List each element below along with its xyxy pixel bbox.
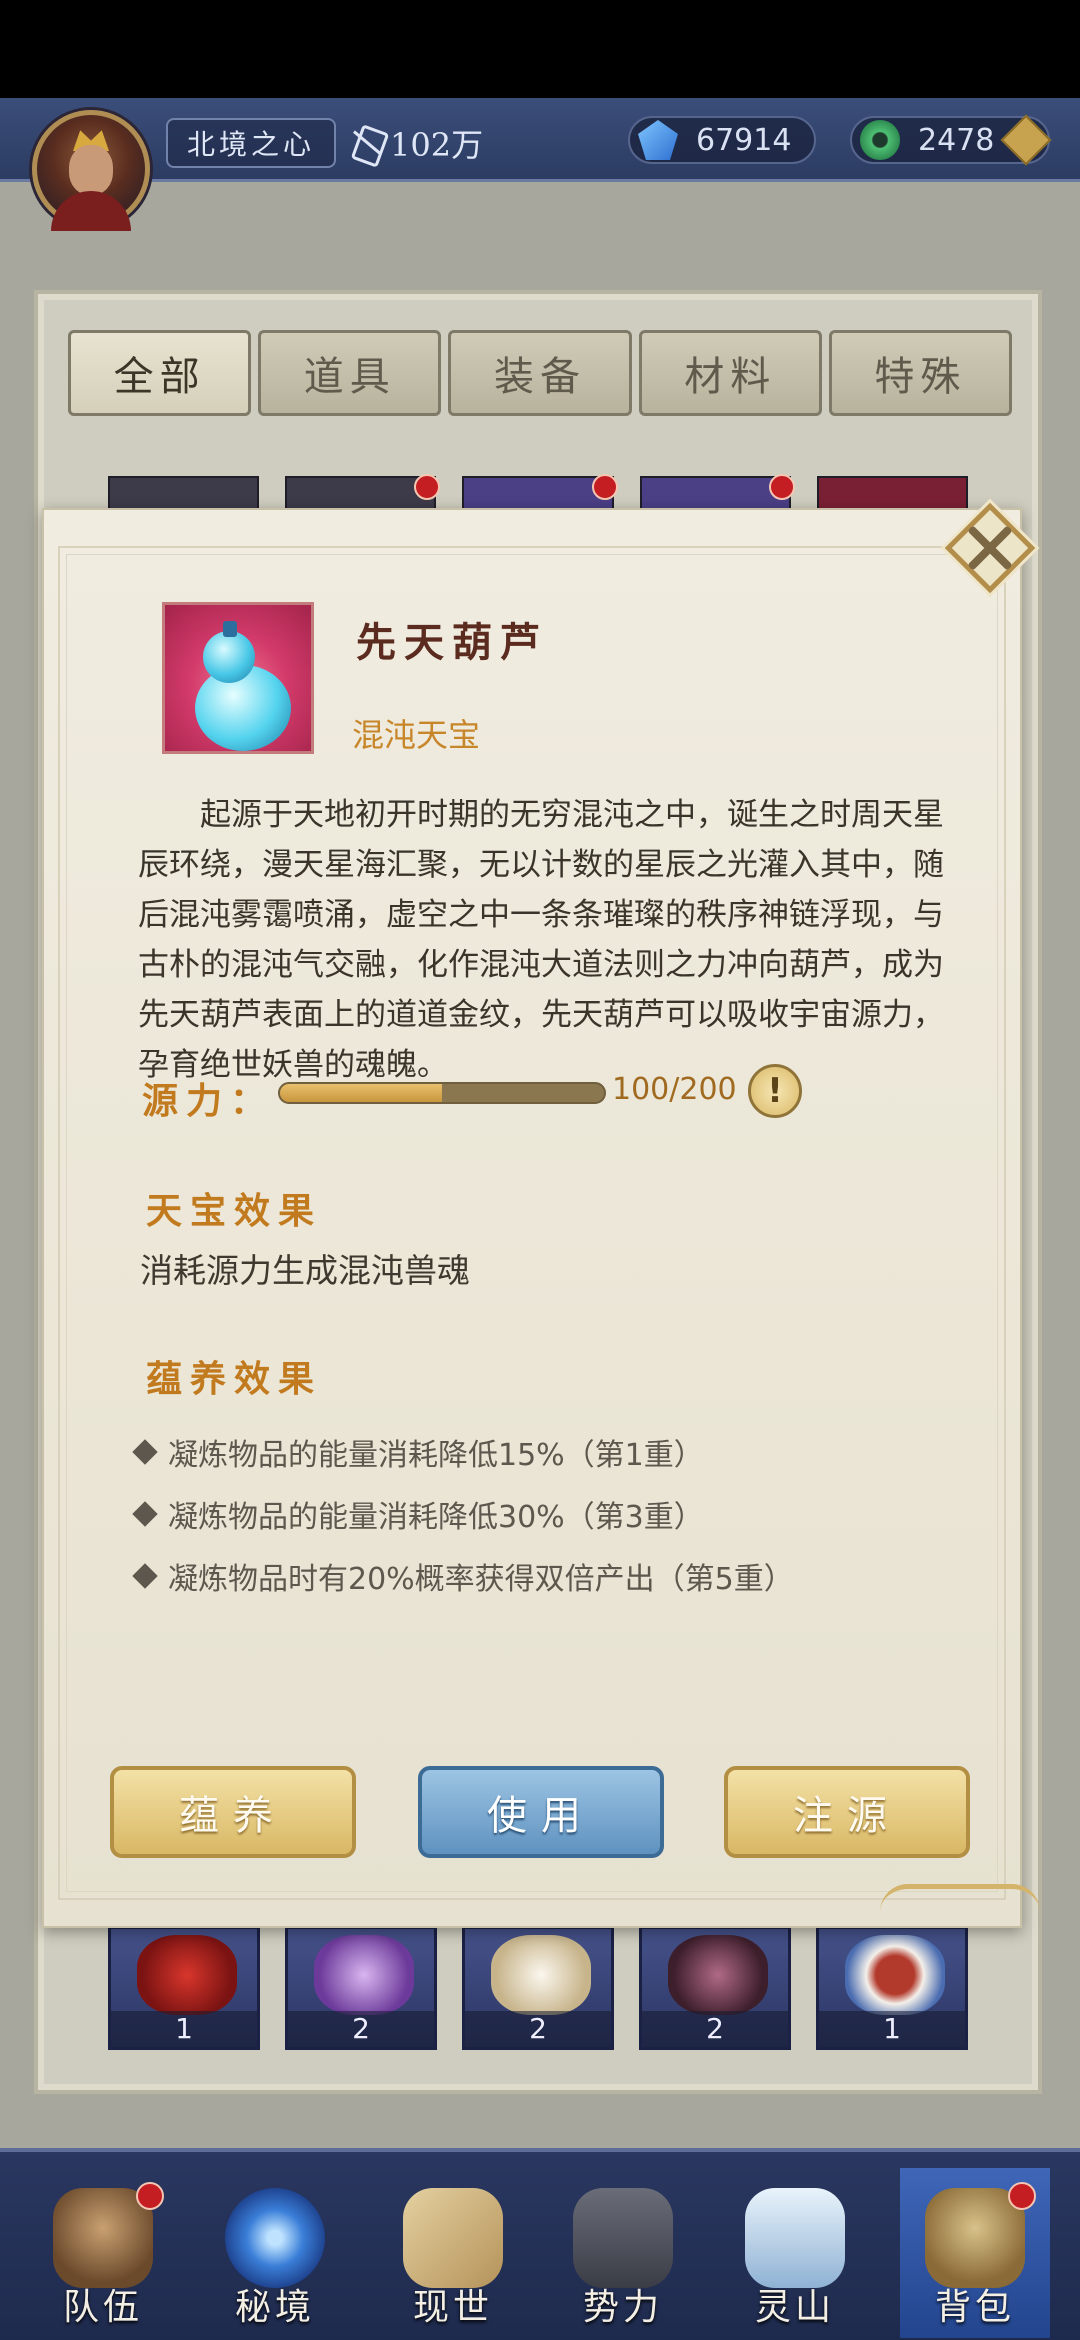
nav-secret-realm[interactable]: 秘境 <box>200 2168 350 2338</box>
item-count: 2 <box>642 2011 788 2047</box>
nav-label: 秘境 <box>234 2287 315 2328</box>
tab-items[interactable]: 道具 <box>258 330 442 416</box>
nav-spirit-mountain[interactable]: 灵山 <box>720 2168 870 2338</box>
inventory-row-bottom: 1 2 2 2 1 <box>108 1926 978 2050</box>
diamond-bullet-icon <box>132 1439 158 1465</box>
use-button[interactable]: 使用 <box>418 1766 664 1858</box>
item-count: 2 <box>465 2011 611 2047</box>
gourd-head <box>203 631 255 683</box>
combat-power: 102万 <box>348 118 483 168</box>
world-map-icon <box>403 2188 503 2288</box>
nav-faction[interactable]: 势力 <box>548 2168 698 2338</box>
nourish-effect-title: 蕴养效果 <box>146 1358 323 1400</box>
diamond-bullet-icon <box>132 1501 158 1527</box>
dark-helmet-icon <box>668 1935 768 2015</box>
secret-realm-icon <box>225 2188 325 2288</box>
inventory-slot[interactable]: 1 <box>108 1926 260 2050</box>
combat-power-value: 102万 <box>390 126 484 164</box>
nourish-effect-item: 凝炼物品的能量消耗降低15%（第1重） <box>132 1430 704 1474</box>
item-count: 1 <box>819 2011 965 2047</box>
region-name[interactable]: 北境之心 <box>166 118 336 168</box>
nourish-button[interactable]: 蕴养 <box>110 1766 356 1858</box>
item-count: 1 <box>111 2011 257 2047</box>
nav-label: 现世 <box>412 2287 493 2328</box>
source-force-fill <box>280 1084 442 1102</box>
nav-team[interactable]: 队伍 <box>28 2168 178 2338</box>
player-avatar[interactable] <box>32 110 150 231</box>
inventory-slot[interactable]: 1 <box>816 1926 968 2050</box>
gourd-icon <box>162 602 314 754</box>
item-type: 混沌天宝 <box>352 716 481 754</box>
nav-label: 灵山 <box>754 2287 835 2328</box>
scroll-ornament <box>880 1884 1040 1912</box>
source-force-label: 源力： <box>142 1080 275 1122</box>
notification-dot <box>1008 2182 1036 2210</box>
treasure-effect-text: 消耗源力生成混沌兽魂 <box>140 1251 470 1290</box>
red-staff-icon <box>137 1935 237 2015</box>
tab-special[interactable]: 特殊 <box>828 330 1013 416</box>
purple-armor-icon <box>314 1935 414 2015</box>
avatar-robe <box>51 191 131 231</box>
crystal-resource[interactable]: 67914 <box>628 116 816 164</box>
notification-dot <box>768 474 795 500</box>
nourish-effect-text: 凝炼物品的能量消耗降低15%（第1重） <box>168 1438 704 1473</box>
inventory-tabs: 全部 道具 装备 材料 特殊 <box>68 330 1013 416</box>
diamond-bullet-icon <box>132 1563 158 1589</box>
crystal-icon <box>638 120 678 160</box>
spirit-mountain-icon <box>745 2188 845 2288</box>
inventory-slot[interactable]: 2 <box>285 1926 437 2050</box>
source-force-value: 100/200 <box>612 1072 737 1107</box>
nav-backpack[interactable]: 背包 <box>900 2168 1050 2338</box>
gourd-cap <box>223 621 237 637</box>
inventory-slot[interactable]: 2 <box>639 1926 791 2050</box>
item-description: 起源于天地初开时期的无穷混沌之中，诞生之时周天星辰环绕，漫天星海汇聚，无以计数的… <box>138 797 944 1083</box>
tab-equipment[interactable]: 装备 <box>448 330 632 416</box>
item-name: 先天葫芦 <box>356 619 548 666</box>
tab-materials[interactable]: 材料 <box>638 330 822 416</box>
source-force-bar <box>278 1082 606 1104</box>
nourish-effect-text: 凝炼物品时有20%概率获得双倍产出（第5重） <box>168 1562 794 1597</box>
notification-dot <box>591 474 618 500</box>
nav-label: 队伍 <box>62 2287 143 2328</box>
nav-label: 背包 <box>934 2287 1015 2328</box>
nourish-effect-item: 凝炼物品时有20%概率获得双倍产出（第5重） <box>132 1554 794 1598</box>
jade-coin-icon <box>860 120 900 160</box>
notification-dot <box>136 2182 164 2210</box>
avatar-face <box>69 145 113 195</box>
faction-icon <box>573 2188 673 2288</box>
sword-power-icon <box>348 124 386 162</box>
jade-value: 2478 <box>918 122 995 158</box>
tab-all[interactable]: 全部 <box>68 330 252 416</box>
crystal-value: 67914 <box>696 122 792 158</box>
white-robe-icon <box>491 1935 591 2015</box>
inject-source-button[interactable]: 注源 <box>724 1766 970 1858</box>
inventory-slot[interactable]: 2 <box>462 1926 614 2050</box>
food-bowl-icon <box>845 1935 945 2015</box>
nourish-effect-item: 凝炼物品的能量消耗降低30%（第3重） <box>132 1492 704 1536</box>
treasure-effect-title: 天宝效果 <box>146 1190 323 1232</box>
jade-resource[interactable]: 2478 <box>850 114 1052 166</box>
nav-label: 势力 <box>582 2287 663 2328</box>
nourish-effect-text: 凝炼物品的能量消耗降低30%（第3重） <box>168 1500 704 1535</box>
close-button[interactable] <box>942 500 1038 596</box>
notification-dot <box>414 474 441 500</box>
info-icon[interactable]: ! <box>748 1064 802 1118</box>
status-bar <box>0 0 1080 98</box>
item-count: 2 <box>288 2011 434 2047</box>
nav-world[interactable]: 现世 <box>378 2168 528 2338</box>
